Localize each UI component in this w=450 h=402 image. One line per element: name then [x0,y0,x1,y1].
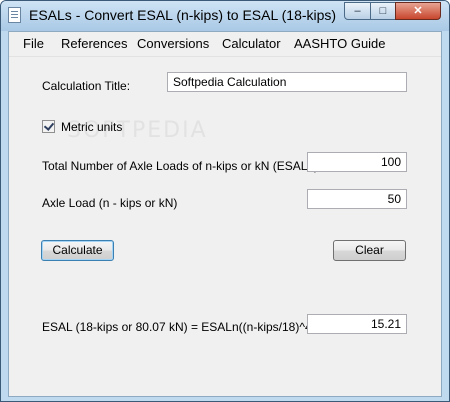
menu-conversions[interactable]: Conversions [137,36,209,51]
calculate-button[interactable]: Calculate [41,240,114,261]
metric-units-checkbox[interactable] [42,120,55,133]
menu-aashto-guide[interactable]: AASHTO Guide [294,36,386,51]
app-window: ESALs - Convert ESAL (n-kips) to ESAL (1… [0,0,450,402]
close-button[interactable]: ✕ [395,2,441,20]
menu-file[interactable]: File [23,36,44,51]
metric-units-label: Metric units [61,120,123,134]
clear-button[interactable]: Clear [333,240,406,261]
result-label: ESAL (18-kips or 80.07 kN) = ESALn((n-ki… [42,320,326,334]
maximize-button[interactable]: □ [370,2,396,20]
total-axle-loads-label: Total Number of Axle Loads of n-kips or … [42,159,319,173]
client-area: File References Conversions Calculator A… [8,31,442,397]
menu-bar: File References Conversions Calculator A… [9,32,441,57]
total-axle-loads-input[interactable]: 100 [307,152,407,172]
axle-load-input[interactable]: 50 [307,189,407,209]
title-bar[interactable]: ESALs - Convert ESAL (n-kips) to ESAL (1… [1,1,449,31]
document-icon [8,7,21,23]
window-title: ESALs - Convert ESAL (n-kips) to ESAL (1… [29,7,337,23]
calc-title-label: Calculation Title: [42,79,131,93]
calc-title-input[interactable]: Softpedia Calculation [167,72,407,92]
minimize-button[interactable]: – [344,2,371,20]
menu-references[interactable]: References [61,36,127,51]
menu-calculator[interactable]: Calculator [222,36,281,51]
axle-load-label: Axle Load (n - kips or kN) [42,196,178,210]
result-output: 15.21 [307,314,407,334]
